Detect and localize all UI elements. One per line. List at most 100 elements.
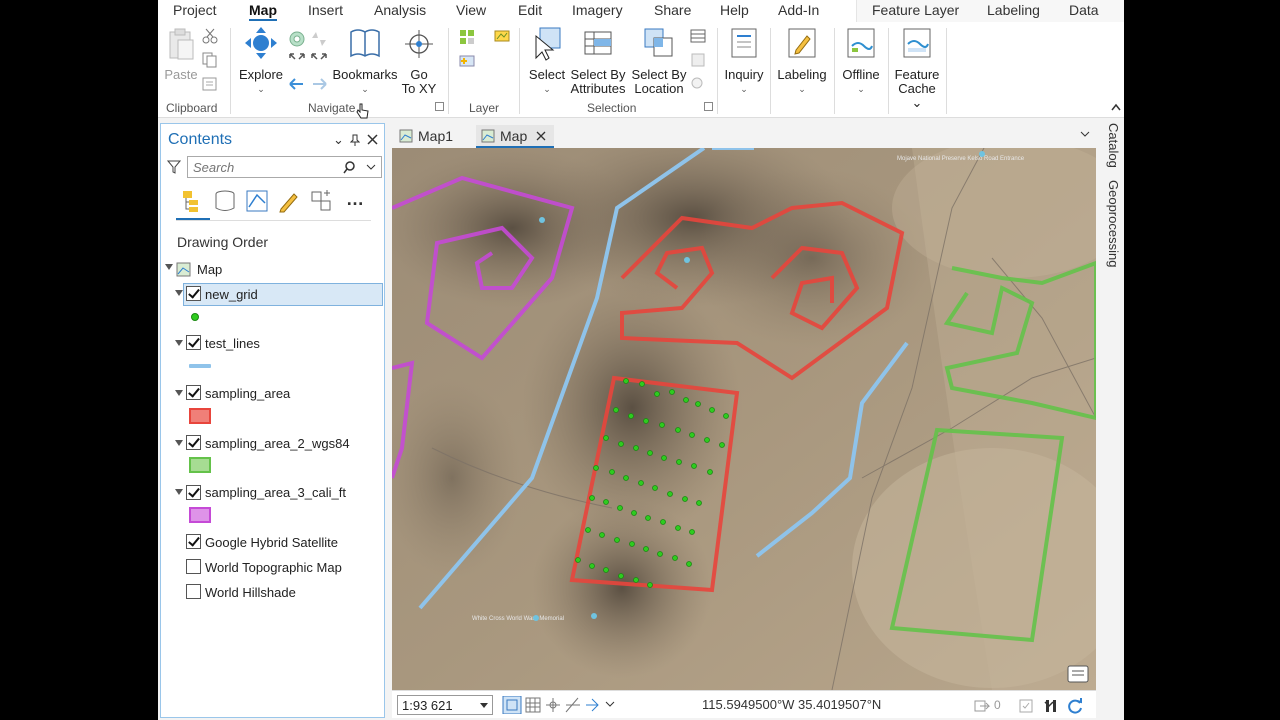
add-preset-icon[interactable]: [458, 52, 476, 70]
tab-add-in[interactable]: Add-In: [778, 2, 819, 18]
selected-features-icon[interactable]: [974, 698, 992, 714]
tab-map[interactable]: Map: [249, 2, 277, 21]
dock-tab-catalog[interactable]: Catalog: [1106, 123, 1121, 168]
chevron-down-icon[interactable]: [605, 701, 615, 707]
inquiry-button[interactable]: Inquiry ⌄: [722, 26, 766, 96]
map-status-toolbar[interactable]: [502, 696, 622, 714]
map-canvas[interactable]: Mojave National Preserve Kelso Road Entr…: [392, 148, 1096, 690]
offline-button[interactable]: Offline ⌄: [838, 26, 884, 96]
search-input[interactable]: [188, 157, 338, 177]
filter-icon[interactable]: [167, 160, 181, 174]
layer-visibility-checkbox[interactable]: [186, 435, 201, 450]
tab-labeling[interactable]: Labeling: [987, 2, 1040, 18]
cut-icon[interactable]: [202, 28, 218, 44]
list-by-drawing-order-icon[interactable]: [181, 189, 205, 213]
tree-node-map[interactable]: Map: [161, 259, 384, 281]
add-data-icon[interactable]: [458, 28, 476, 46]
tab-map1[interactable]: Map1: [394, 125, 459, 148]
line-symbol-icon: [189, 364, 211, 368]
refresh-icon[interactable]: [1066, 697, 1084, 715]
basemap-visibility-checkbox[interactable]: [186, 584, 201, 599]
tab-share[interactable]: Share: [654, 2, 691, 18]
bookmarks-button[interactable]: Bookmarks ⌄: [332, 26, 398, 96]
map-tips-icon[interactable]: [1067, 665, 1089, 683]
expand-arrow-icon[interactable]: [175, 489, 183, 495]
tab-edit[interactable]: Edit: [518, 2, 542, 18]
tab-project[interactable]: Project: [173, 2, 217, 18]
navigation-arrow-icon[interactable]: [586, 698, 599, 712]
tab-help[interactable]: Help: [720, 2, 749, 18]
list-by-selection-icon[interactable]: [245, 189, 269, 213]
expand-arrow-icon[interactable]: [175, 290, 183, 296]
crosshair-icon: [405, 30, 433, 58]
basemap-icon[interactable]: [494, 28, 510, 44]
layer-visibility-checkbox[interactable]: [186, 286, 201, 301]
expand-arrow-icon[interactable]: [175, 390, 183, 396]
attributes-icon[interactable]: [690, 28, 706, 44]
select-button[interactable]: Select ⌄: [526, 26, 568, 96]
tab-map[interactable]: Map: [476, 125, 554, 148]
chevron-down-icon[interactable]: [1080, 131, 1090, 138]
pause-drawing-icon[interactable]: [1044, 698, 1058, 714]
more-options-icon[interactable]: …: [346, 189, 364, 210]
feature-cache-button[interactable]: Feature Cache ⌄: [892, 26, 942, 110]
tab-insert[interactable]: Insert: [308, 2, 343, 18]
previous-next-extent-icon[interactable]: [288, 76, 328, 92]
selection-dialog-launcher[interactable]: [704, 102, 713, 111]
ribbon-tab-bar: Project Map Insert Analysis View Edit Im…: [158, 0, 1124, 22]
layer-visibility-checkbox[interactable]: [186, 385, 201, 400]
basemap-visibility-checkbox[interactable]: [186, 534, 201, 549]
select-by-attributes-button[interactable]: Select By Attributes: [566, 26, 630, 96]
layer-visibility-checkbox[interactable]: [186, 335, 201, 350]
poi-marker-icon: [684, 257, 690, 263]
zoom-arrows-icon[interactable]: [288, 52, 328, 70]
bookmarks-icon: [350, 29, 380, 58]
contents-search-box[interactable]: [187, 156, 382, 178]
select-by-attributes-icon: [584, 31, 612, 55]
basemap-visibility-checkbox[interactable]: [186, 559, 201, 574]
paste-button[interactable]: Paste: [164, 28, 198, 82]
close-pane-icon[interactable]: [367, 134, 378, 145]
scale-selector[interactable]: 1:93 621: [397, 695, 493, 715]
expand-arrow-icon[interactable]: [175, 440, 183, 446]
zoom-to-selection-icon[interactable]: [690, 76, 706, 92]
close-tab-icon[interactable]: [536, 131, 546, 141]
go-to-xy-button[interactable]: Go To XY: [400, 26, 438, 96]
layer-visibility-checkbox[interactable]: [186, 485, 201, 500]
expand-arrow-icon[interactable]: [175, 340, 183, 346]
pane-options-chevron-icon[interactable]: ⌄: [333, 132, 344, 148]
tab-imagery[interactable]: Imagery: [572, 2, 623, 18]
copy-path-icon[interactable]: [202, 76, 218, 92]
fixed-zoom-icon[interactable]: [310, 30, 328, 48]
expand-arrow-icon[interactable]: [165, 264, 173, 270]
select-label: Select: [528, 67, 566, 82]
full-extent-icon[interactable]: [288, 30, 306, 48]
copy-icon[interactable]: [202, 52, 218, 68]
dock-tab-geoprocessing[interactable]: Geoprocessing: [1106, 180, 1121, 267]
labeling-button[interactable]: Labeling ⌄: [774, 26, 830, 96]
list-by-source-icon[interactable]: [213, 189, 237, 213]
list-by-editing-icon[interactable]: [277, 189, 301, 213]
poi-marker-icon: [539, 217, 545, 223]
select-by-attributes-label-2: Attributes: [570, 81, 626, 96]
navigate-dialog-launcher[interactable]: [435, 102, 444, 111]
tab-analysis[interactable]: Analysis: [374, 2, 426, 18]
correction-icon[interactable]: [546, 698, 560, 712]
constraints-icon[interactable]: [565, 697, 580, 713]
search-icon[interactable]: [343, 161, 356, 174]
tab-data[interactable]: Data: [1069, 2, 1099, 18]
explore-button[interactable]: Explore ⌄: [238, 26, 284, 96]
chevron-down-icon[interactable]: [366, 164, 376, 171]
refresh-filter-icon[interactable]: [1018, 698, 1034, 714]
tab-feature-layer[interactable]: Feature Layer: [872, 2, 959, 18]
arcgis-pro-window: Project Map Insert Analysis View Edit Im…: [158, 0, 1124, 720]
select-by-location-button[interactable]: Select By Location: [628, 26, 690, 96]
list-by-snapping-icon[interactable]: [309, 189, 333, 213]
map-svg[interactable]: Mojave National Preserve Kelso Road Entr…: [392, 148, 1096, 690]
grid-icon[interactable]: [525, 697, 541, 713]
tab-view[interactable]: View: [456, 2, 486, 18]
clear-selection-icon[interactable]: [690, 52, 706, 68]
pin-icon[interactable]: [350, 134, 360, 146]
snapping-icon[interactable]: [502, 696, 522, 714]
collapse-ribbon-icon[interactable]: [1110, 102, 1122, 112]
